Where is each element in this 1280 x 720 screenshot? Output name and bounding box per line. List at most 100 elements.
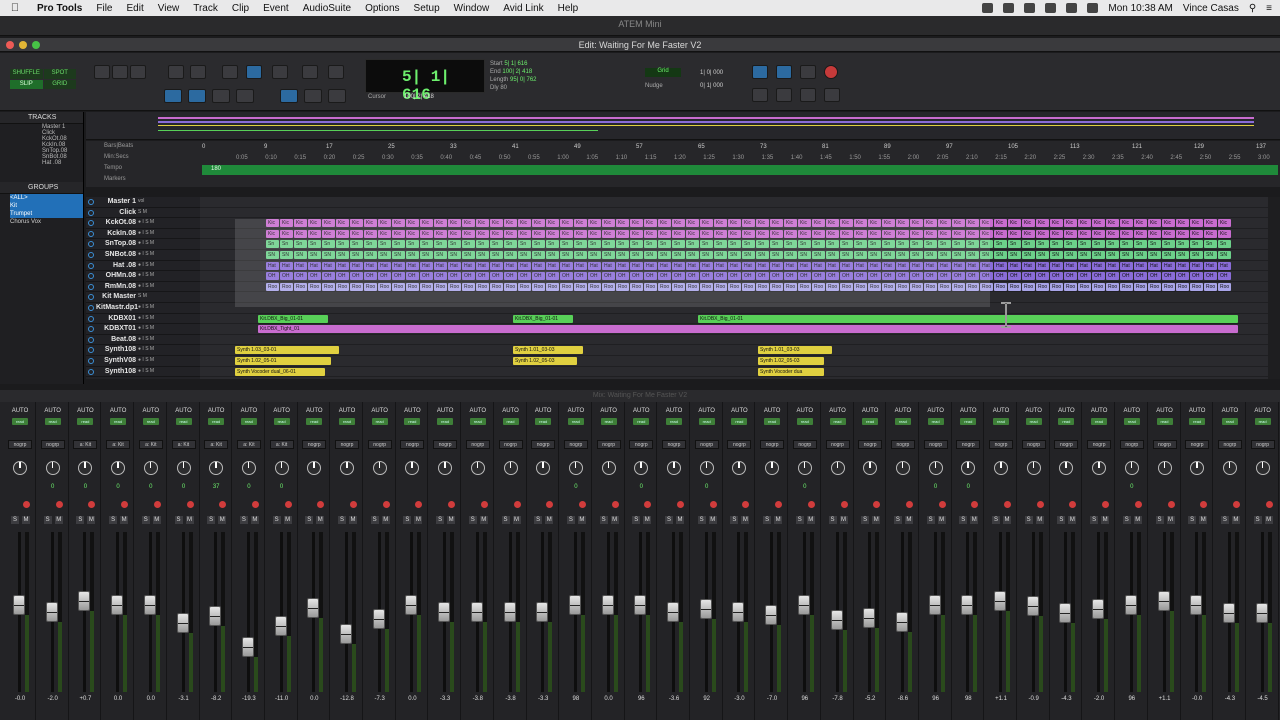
audio-clip[interactable]: Sn (1022, 240, 1035, 249)
audio-clip[interactable]: Kic (1134, 229, 1147, 238)
audio-clip[interactable]: Roo (1148, 282, 1161, 291)
volume-fader[interactable] (372, 609, 385, 629)
group-selector[interactable]: nogrp (956, 440, 981, 449)
audio-clip[interactable]: OH (1148, 272, 1161, 281)
volume-fader[interactable] (503, 602, 516, 622)
automation-read-button[interactable]: read (600, 418, 617, 425)
audio-clip[interactable]: Sn (1190, 240, 1203, 249)
automation-read-button[interactable]: read (1091, 418, 1108, 425)
pan-knob-icon[interactable] (994, 461, 1008, 475)
audio-clip[interactable]: SN (1120, 251, 1133, 259)
record-arm-icon[interactable] (677, 501, 684, 508)
record-arm-icon[interactable] (1134, 501, 1142, 508)
automation-read-button[interactable]: read (1156, 418, 1173, 425)
track-buttons[interactable]: ● I S M (138, 240, 154, 246)
record-arm-icon[interactable] (513, 501, 521, 508)
input-monitor-icon[interactable] (502, 500, 508, 508)
solo-button[interactable]: S (174, 516, 183, 524)
pan-knob-icon[interactable] (274, 461, 289, 475)
mute-button[interactable]: M (937, 516, 946, 524)
track-name[interactable]: Kit Master (96, 293, 136, 300)
solo-button[interactable]: S (795, 516, 804, 524)
audio-clip[interactable]: OH (1106, 272, 1119, 281)
link-timeline-icon[interactable] (188, 89, 206, 103)
record-arm-icon[interactable] (775, 501, 783, 508)
automation-read-button[interactable]: read (894, 418, 911, 425)
pan-knob-icon[interactable] (241, 461, 256, 475)
solo-button[interactable]: S (109, 516, 118, 524)
track-header[interactable]: RmMn.08 ● I S M (86, 282, 200, 293)
solo-button[interactable]: S (43, 516, 52, 524)
audio-clip[interactable]: OH (1022, 272, 1035, 281)
track-header[interactable]: Hat .08 ● I S M (86, 261, 200, 272)
audio-clip[interactable]: Kic (1092, 219, 1105, 228)
mute-button[interactable]: M (218, 516, 227, 524)
input-monitor-icon[interactable] (1188, 500, 1194, 508)
input-monitor-icon[interactable] (632, 500, 638, 508)
audio-clip[interactable]: OH (1008, 272, 1021, 281)
mute-button[interactable]: M (447, 516, 456, 524)
group-selector[interactable]: nogrp (531, 440, 556, 449)
pan-knob-icon[interactable] (634, 461, 649, 475)
automation-read-button[interactable]: read (175, 418, 192, 425)
audio-clip[interactable]: Kic (994, 219, 1007, 228)
audio-clip[interactable]: Kit.DBX_Tight_01 (258, 325, 1238, 334)
pan-knob-icon[interactable] (470, 461, 485, 475)
rewind-icon[interactable] (776, 88, 792, 102)
pan-knob-icon[interactable] (601, 461, 616, 475)
menu-file[interactable]: File (89, 3, 119, 14)
audio-clip[interactable]: Roo (1162, 282, 1175, 291)
mute-button[interactable]: M (872, 516, 881, 524)
vertical-scrollbar[interactable] (1268, 197, 1280, 379)
mute-button[interactable]: M (839, 516, 848, 524)
input-monitor-icon[interactable] (436, 500, 442, 508)
menu-avid-link[interactable]: Avid Link (496, 3, 550, 14)
group-selector[interactable]: nogrp (662, 440, 686, 449)
menu-track[interactable]: Track (186, 3, 225, 14)
volume-fader[interactable] (732, 602, 745, 622)
solo-button[interactable]: S (338, 516, 346, 524)
track-select-dot-icon[interactable] (88, 199, 94, 205)
record-arm-icon[interactable] (807, 501, 815, 508)
audio-clip[interactable]: Hat (1092, 261, 1105, 270)
automation-read-button[interactable]: read (502, 418, 519, 425)
stop-icon[interactable] (776, 65, 792, 79)
mute-button[interactable]: M (87, 516, 96, 524)
pan-knob-icon[interactable] (568, 461, 583, 475)
audio-clip[interactable]: SN (1050, 251, 1063, 259)
pan-knob-icon[interactable] (78, 461, 93, 475)
audio-clip[interactable]: Roo (1190, 282, 1203, 291)
mute-button[interactable]: M (283, 516, 292, 524)
audio-clip[interactable]: Roo (1120, 282, 1133, 291)
track-select-dot-icon[interactable] (88, 304, 94, 311)
input-monitor-icon[interactable] (109, 500, 115, 508)
volume-fader[interactable] (1222, 603, 1235, 624)
input-monitor-icon[interactable] (1123, 500, 1129, 508)
pan-knob-icon[interactable] (307, 461, 322, 475)
automation-read-button[interactable]: read (535, 418, 552, 425)
track-name[interactable]: KckOt.08 (96, 219, 136, 226)
mute-button[interactable]: M (708, 516, 717, 524)
wifi-icon[interactable] (1066, 3, 1078, 13)
automation-read-button[interactable]: read (240, 418, 257, 425)
nudge-label[interactable]: Nudge (645, 83, 663, 89)
automation-read-button[interactable]: read (306, 418, 323, 425)
volume-fader[interactable] (667, 602, 679, 622)
edit-mode-slip[interactable]: SLIP (10, 79, 43, 89)
input-monitor-icon[interactable] (305, 500, 311, 508)
pan-knob-icon[interactable] (176, 461, 191, 475)
audio-clip[interactable]: SN (1218, 251, 1231, 259)
audio-clip[interactable]: SN (1064, 251, 1077, 259)
input-monitor-icon[interactable] (894, 500, 900, 508)
mute-button[interactable]: M (512, 516, 521, 524)
audio-clip[interactable]: OH (1064, 272, 1077, 281)
mute-button[interactable]: M (1068, 516, 1077, 524)
arrange-area[interactable]: Kic Kic Kic Kic Kic Kic Kic Kic Kic Kic Kic Kic Kic K… (200, 197, 1268, 379)
track-buttons[interactable]: ● I S M (138, 283, 154, 289)
mute-button[interactable]: M (741, 516, 750, 524)
volume-fader[interactable] (13, 595, 25, 615)
audio-clip[interactable]: Kic (1162, 219, 1175, 228)
track-name[interactable]: KDBXT01 (96, 325, 136, 332)
pan-knob-icon[interactable] (961, 461, 976, 475)
menu-app-name[interactable]: Pro Tools (30, 3, 89, 14)
